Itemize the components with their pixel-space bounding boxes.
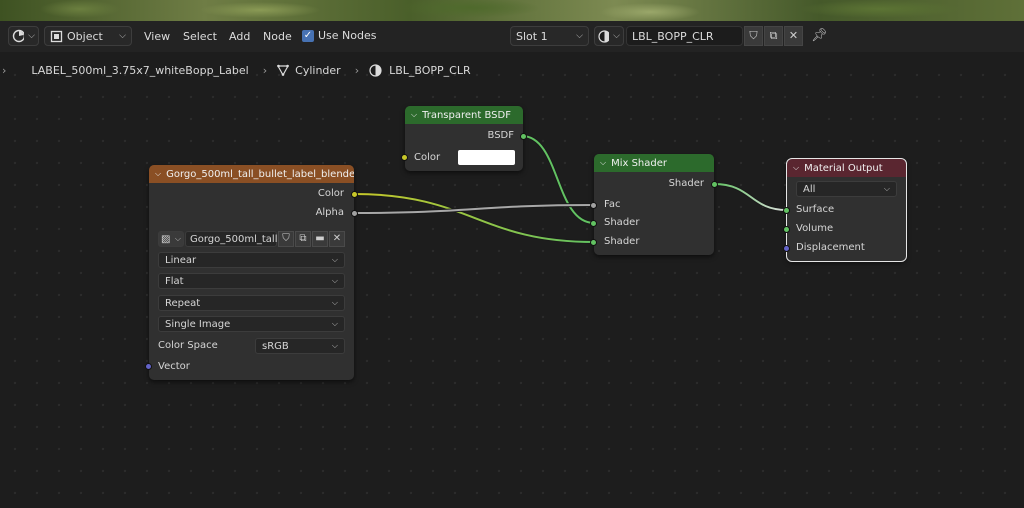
input-socket-fac[interactable] (590, 202, 597, 209)
input-socket-displacement[interactable] (783, 245, 790, 252)
input-socket-volume[interactable] (783, 226, 790, 233)
output-socket-color[interactable] (351, 191, 358, 198)
image-browse-button[interactable]: ▨ ⌵ (158, 231, 184, 247)
input-label-shader-1: Shader (604, 217, 640, 228)
node-mix-shader[interactable]: ⌵ Mix Shader Shader Fac Shader Shader (590, 154, 718, 255)
extension-value: Repeat (165, 297, 201, 309)
image-name-value: Gorgo_500ml_tall... (190, 233, 288, 245)
node-header[interactable]: ⌵ Transparent BSDF (405, 106, 523, 124)
open-folder-icon[interactable]: ▬ (312, 231, 328, 247)
color-space-label: Color Space (158, 340, 218, 351)
source-dropdown[interactable]: Single Image ⌵ (158, 316, 345, 332)
extension-dropdown[interactable]: Repeat ⌵ (158, 295, 345, 311)
node-transparent-bsdf[interactable]: ⌵ Transparent BSDF BSDF Color (401, 106, 527, 171)
input-socket-shader-1[interactable] (590, 220, 597, 227)
input-label: Color (414, 152, 441, 163)
input-label-volume: Volume (796, 223, 834, 234)
node-title: Mix Shader (611, 157, 668, 169)
projection-dropdown[interactable]: Flat ⌵ (158, 273, 345, 289)
node-title: Gorgo_500ml_tall_bullet_label_blender.pn (166, 168, 354, 180)
node-header[interactable]: ⌵ Gorgo_500ml_tall_bullet_label_blender.… (149, 165, 354, 183)
unlink-close-icon[interactable]: ✕ (329, 231, 345, 247)
fake-user-shield-icon[interactable]: ⛉ (278, 231, 294, 247)
input-socket-color[interactable] (401, 154, 408, 161)
image-icon: ▨ (161, 233, 171, 245)
input-label-displacement: Displacement (796, 242, 865, 253)
chevron-down-icon: ⌵ (331, 319, 338, 328)
chevron-down-icon: ⌵ (331, 255, 338, 264)
node-header[interactable]: ⌵ Material Output (787, 159, 906, 177)
image-name-field[interactable]: Gorgo_500ml_tall... (185, 231, 287, 247)
output-label-color: Color (317, 188, 344, 199)
node-material-output[interactable]: ⌵ Material Output All ⌵ Surface Volume Di… (783, 158, 907, 262)
node-image-texture[interactable]: ⌵ Gorgo_500ml_tall_bullet_label_blender.… (145, 165, 358, 380)
input-socket-vector[interactable] (145, 363, 152, 370)
input-label-fac: Fac (604, 199, 621, 210)
node-title: Transparent BSDF (422, 109, 511, 121)
interpolation-dropdown[interactable]: Linear ⌵ (158, 252, 345, 268)
color-space-dropdown[interactable]: sRGB ⌵ (255, 338, 345, 354)
target-dropdown[interactable]: All ⌵ (796, 181, 897, 197)
input-socket-surface[interactable] (783, 207, 790, 214)
output-socket-alpha[interactable] (351, 210, 358, 217)
collapse-chevron-icon[interactable]: ⌵ (155, 169, 161, 179)
input-label-vector: Vector (158, 361, 190, 372)
output-label: BSDF (487, 130, 514, 141)
node-header[interactable]: ⌵ Mix Shader (594, 154, 714, 172)
chevron-down-icon: ⌵ (883, 184, 890, 193)
color-swatch[interactable] (458, 150, 515, 165)
output-socket-shader[interactable] (711, 181, 718, 188)
collapse-chevron-icon[interactable]: ⌵ (600, 158, 606, 168)
chevron-down-icon: ⌵ (174, 234, 181, 243)
chevron-down-icon: ⌵ (331, 341, 338, 350)
link-shader-to-surface[interactable] (713, 183, 788, 211)
link-color-to-shader2[interactable] (353, 193, 595, 243)
link-alpha-to-fac[interactable] (353, 204, 595, 214)
duplicate-image-icon[interactable]: ⧉ (295, 231, 311, 247)
collapse-chevron-icon[interactable]: ⌵ (411, 110, 417, 120)
source-value: Single Image (165, 318, 231, 330)
input-label-surface: Surface (796, 204, 835, 215)
interpolation-value: Linear (165, 254, 197, 266)
chevron-down-icon: ⌵ (331, 298, 338, 307)
output-label: Shader (668, 178, 704, 189)
projection-value: Flat (165, 275, 184, 287)
input-label-shader-2: Shader (604, 236, 640, 247)
input-socket-shader-2[interactable] (590, 239, 597, 246)
color-space-value: sRGB (262, 340, 289, 352)
output-socket-bsdf[interactable] (520, 133, 527, 140)
collapse-chevron-icon[interactable]: ⌵ (793, 163, 799, 173)
link-bsdf-to-shader1[interactable] (521, 135, 595, 224)
node-title: Material Output (804, 162, 883, 174)
output-label-alpha: Alpha (315, 207, 344, 218)
chevron-down-icon: ⌵ (331, 276, 338, 285)
target-value: All (803, 183, 816, 195)
